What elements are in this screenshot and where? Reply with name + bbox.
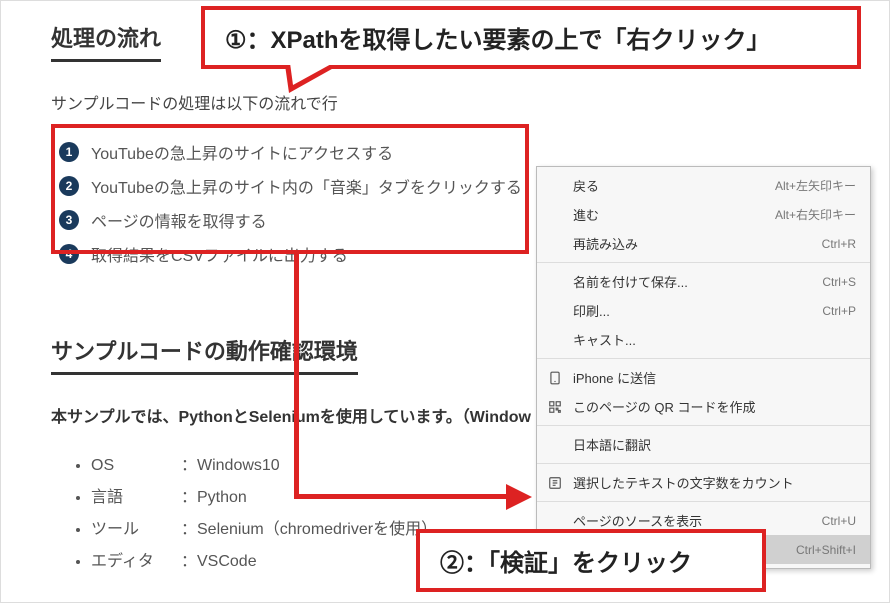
menu-item-label: 戻る — [573, 176, 599, 195]
device-icon — [547, 370, 563, 386]
ext-icon — [547, 475, 563, 491]
context-menu-item[interactable]: 日本語に翻訳 — [537, 430, 870, 459]
step-text: YouTubeの急上昇のサイト内の「音楽」タブをクリックする — [91, 174, 522, 198]
menu-item-label: 名前を付けて保存... — [573, 272, 688, 291]
context-menu-item[interactable]: 戻る Alt+左矢印キー — [537, 171, 870, 200]
context-menu[interactable]: 戻る Alt+左矢印キー進む Alt+右矢印キー再読み込み Ctrl+R 名前を付けて保… — [536, 166, 871, 569]
annotation-arrow — [294, 254, 299, 499]
annotation-arrow — [294, 494, 509, 499]
section-heading-env: サンプルコードの動作確認環境 — [51, 334, 358, 375]
env-label: 言語 — [91, 483, 181, 507]
menu-shortcut: Ctrl+S — [822, 275, 856, 289]
menu-shortcut: Ctrl+U — [822, 514, 856, 528]
context-menu-item[interactable]: 名前を付けて保存... Ctrl+S — [537, 267, 870, 296]
env-value: ：Windows10 — [181, 457, 280, 474]
step-text: 取得結果をCSVファイルに出力する — [91, 242, 348, 266]
step-text: YouTubeの急上昇のサイトにアクセスする — [91, 140, 393, 164]
callout-step-1: ①：XPathを取得したい要素の上で「右クリック」 — [201, 6, 861, 69]
menu-shortcut: Ctrl+Shift+I — [796, 543, 856, 557]
context-menu-item[interactable]: 印刷... Ctrl+P — [537, 296, 870, 325]
env-value: ：Python — [181, 489, 247, 506]
menu-item-label: 日本語に翻訳 — [573, 435, 651, 454]
env-label: エディタ — [91, 547, 181, 571]
menu-shortcut: Alt+左矢印キー — [775, 177, 856, 194]
menu-item-label: 再読み込み — [573, 234, 638, 253]
menu-shortcut: Ctrl+P — [822, 304, 856, 318]
intro-text: サンプルコードの処理は以下の流れで行 — [51, 90, 839, 114]
list-item: 1 YouTubeの急上昇のサイトにアクセスする — [59, 140, 827, 164]
menu-item-label: 印刷... — [573, 301, 610, 320]
menu-item-label: このページの QR コードを作成 — [573, 397, 755, 416]
context-menu-item[interactable]: 進む Alt+右矢印キー — [537, 200, 870, 229]
number-badge: 3 — [59, 210, 79, 230]
context-menu-item[interactable]: キャスト... — [537, 325, 870, 354]
context-menu-item[interactable]: 再読み込み Ctrl+R — [537, 229, 870, 258]
menu-item-label: キャスト... — [573, 330, 636, 349]
step-text: ページの情報を取得する — [91, 208, 267, 232]
menu-item-label: iPhone に送信 — [573, 368, 656, 387]
callout-step-2: ②：「検証」をクリック — [416, 529, 766, 592]
context-menu-item[interactable]: このページの QR コードを作成 — [537, 392, 870, 421]
menu-item-label: 進む — [573, 205, 599, 224]
menu-item-label: ページのソースを表示 — [573, 511, 702, 530]
menu-shortcut: Ctrl+R — [822, 237, 856, 251]
env-label: OS — [91, 457, 181, 475]
menu-shortcut: Alt+右矢印キー — [775, 206, 856, 223]
number-badge: 1 — [59, 142, 79, 162]
number-badge: 2 — [59, 176, 79, 196]
env-label: ツール — [91, 515, 181, 539]
env-value: ：Selenium（chromedriverを使用） — [181, 521, 437, 538]
number-badge: 4 — [59, 244, 79, 264]
menu-item-label: 選択したテキストの文字数をカウント — [573, 473, 794, 492]
context-menu-item[interactable]: iPhone に送信 — [537, 363, 870, 392]
env-value: ：VSCode — [181, 553, 257, 570]
context-menu-item[interactable]: 選択したテキストの文字数をカウント — [537, 468, 870, 497]
qr-icon — [547, 399, 563, 415]
annotation-arrow-head — [506, 484, 532, 510]
section-heading-flow: 処理の流れ — [51, 21, 161, 62]
